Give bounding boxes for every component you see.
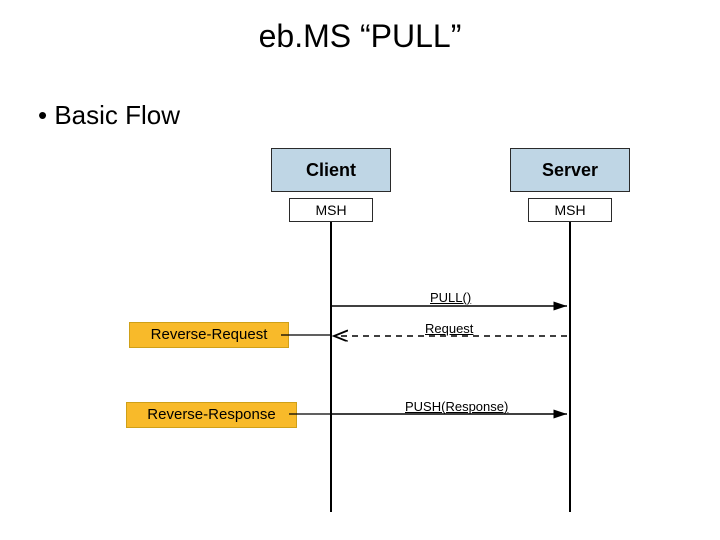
tag-reverse-response: Reverse-Response	[126, 402, 297, 428]
arrow-request	[0, 0, 720, 540]
participant-client-label: Client	[306, 160, 356, 180]
subtitle-bullet: • Basic Flow	[38, 100, 180, 131]
participant-client-box: Client	[271, 148, 391, 192]
msg-label-push-response: PUSH(Response)	[405, 399, 508, 414]
page-title: eb.MS “PULL”	[0, 18, 720, 55]
tag-reverse-request-label: Reverse-Request	[151, 326, 268, 343]
connector-reverse-response	[0, 0, 720, 540]
participant-server-label: Server	[542, 160, 598, 180]
participant-server-box: Server	[510, 148, 630, 192]
msg-label-request: Request	[425, 321, 473, 336]
server-msh-label: MSH	[554, 202, 585, 218]
client-msh-box: MSH	[289, 198, 373, 222]
slide: eb.MS “PULL” • Basic Flow Client Server …	[0, 0, 720, 540]
tag-reverse-request: Reverse-Request	[129, 322, 289, 348]
msg-label-pull: PULL()	[430, 290, 471, 305]
connector-reverse-request	[0, 0, 720, 540]
client-lifeline	[330, 222, 332, 512]
arrow-pull	[0, 0, 720, 540]
arrow-push-response	[0, 0, 720, 540]
client-msh-label: MSH	[315, 202, 346, 218]
server-lifeline	[569, 222, 571, 512]
tag-reverse-response-label: Reverse-Response	[147, 406, 275, 423]
server-msh-box: MSH	[528, 198, 612, 222]
